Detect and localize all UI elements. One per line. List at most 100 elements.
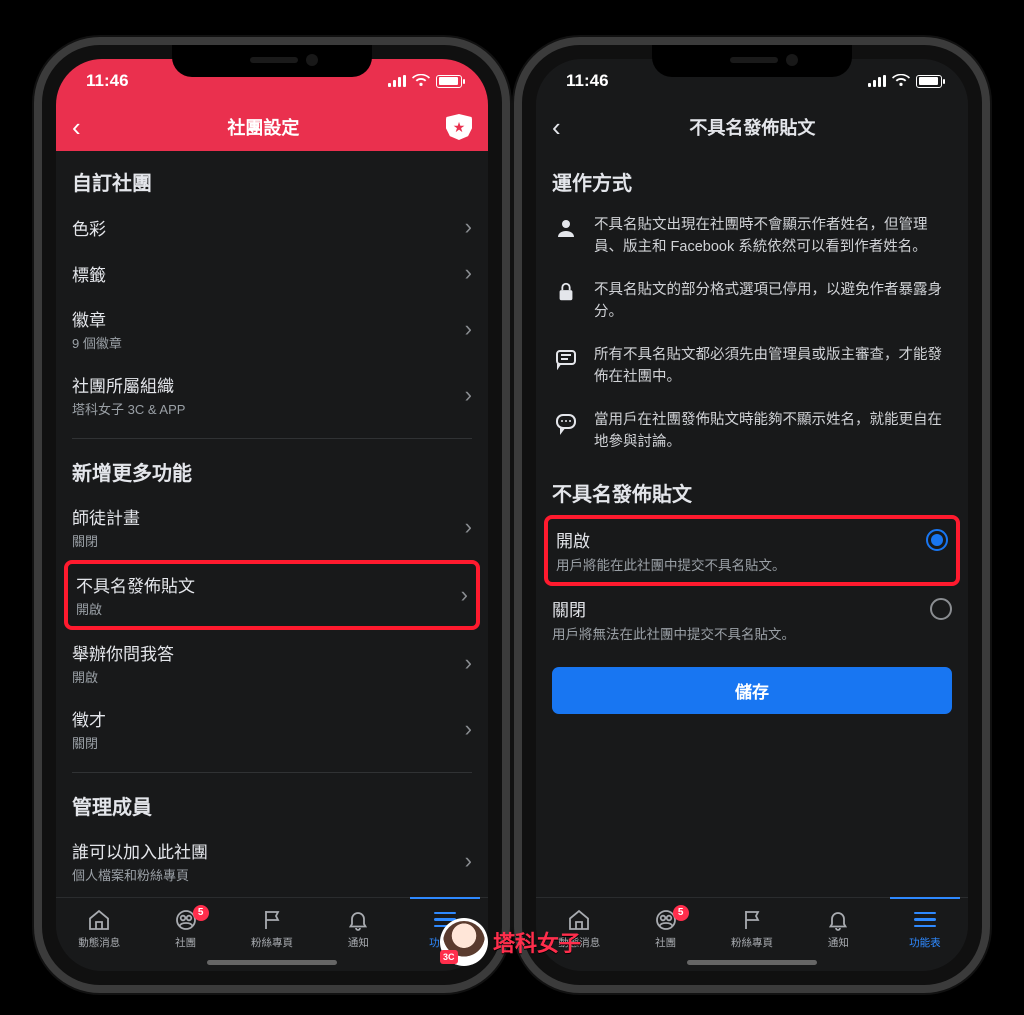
row-badges-sub: 9 個徽章: [72, 333, 122, 352]
option-on-sub: 用戶將能在此社團中提交不具名貼文。: [556, 554, 914, 574]
highlight-anonymous-post: 不具名發佈貼文 開啟 ›: [64, 560, 480, 630]
tab-notif[interactable]: 通知: [315, 898, 401, 959]
row-org[interactable]: 社團所屬組織 塔科女子 3C & APP ›: [72, 362, 472, 428]
message-icon: [552, 344, 580, 389]
battery-icon: [436, 75, 462, 88]
chevron-right-icon: ›: [465, 716, 472, 742]
home-indicator: [687, 960, 817, 965]
flag-icon: [260, 908, 284, 932]
radio-off[interactable]: [930, 598, 952, 620]
row-tags[interactable]: 標籤 ›: [72, 250, 472, 296]
row-anon-sub: 開啟: [76, 599, 195, 618]
signal-icon: [388, 75, 406, 87]
shield-icon[interactable]: ★: [446, 114, 472, 140]
info-row-3: 所有不具名貼文都必須先由管理員或版主審查，才能發佈在社團中。: [552, 334, 952, 399]
battery-icon: [916, 75, 942, 88]
chevron-right-icon: ›: [465, 382, 472, 408]
row-org-sub: 塔科女子 3C & APP: [72, 399, 185, 418]
section-features-header: 新增更多功能: [72, 438, 472, 494]
radio-on[interactable]: [926, 529, 948, 551]
watermark: 3C 塔科女子: [443, 921, 581, 963]
option-off-sub: 用戶將無法在此社團中提交不具名貼文。: [552, 623, 918, 643]
tab-notif-label: 通知: [828, 935, 849, 950]
notch: [172, 45, 372, 77]
option-section-header: 不具名發佈貼文: [552, 464, 952, 515]
tab-pages[interactable]: 粉絲專頁: [229, 898, 315, 959]
lock-icon: [552, 279, 580, 324]
tab-groups-label: 社團: [175, 935, 196, 950]
watermark-badge: 3C: [440, 950, 458, 964]
row-anon-post[interactable]: 不具名發佈貼文 開啟 ›: [76, 568, 468, 622]
back-button[interactable]: ‹: [552, 112, 561, 143]
home-indicator: [207, 960, 337, 965]
groups-badge: 5: [193, 905, 209, 921]
info-text-3: 所有不具名貼文都必須先由管理員或版主審查，才能發佈在社團中。: [594, 344, 952, 389]
row-badges[interactable]: 徽章 9 個徽章 ›: [72, 296, 472, 362]
row-jobs[interactable]: 徵才 關閉 ›: [72, 696, 472, 762]
tab-notif-label: 通知: [348, 935, 369, 950]
groups-icon: 5: [174, 908, 198, 932]
row-qa-sub: 開啟: [72, 667, 174, 686]
row-who-join-sub: 個人檔案和粉絲專頁: [72, 865, 208, 884]
tab-pages[interactable]: 粉絲專頁: [709, 898, 795, 959]
option-on[interactable]: 開啟 用戶將能在此社團中提交不具名貼文。: [556, 523, 948, 578]
option-on-label: 開啟: [556, 527, 914, 552]
info-text-4: 當用戶在社團發佈貼文時能夠不顯示姓名，就能更自在地參與討論。: [594, 409, 952, 454]
signal-icon: [868, 75, 886, 87]
tab-menu[interactable]: 功能表: [882, 898, 968, 959]
chevron-right-icon: ›: [465, 214, 472, 240]
tab-notif[interactable]: 通知: [795, 898, 881, 959]
option-off[interactable]: 關閉 用戶將無法在此社團中提交不具名貼文。: [552, 586, 952, 653]
phone-left: 11:46 ‹ 社團設定 ★ 自訂社團 色彩 ›: [42, 45, 502, 985]
chevron-right-icon: ›: [461, 582, 468, 608]
row-qa[interactable]: 舉辦你問我答 開啟 ›: [72, 630, 472, 696]
page-header: ‹ 不具名發佈貼文: [536, 103, 968, 151]
highlight-option-on: 開啟 用戶將能在此社團中提交不具名貼文。: [544, 515, 960, 586]
wifi-icon: [892, 74, 910, 88]
tab-pages-label: 粉絲專頁: [731, 935, 773, 950]
info-row-2: 不具名貼文的部分格式選項已停用，以避免作者暴露身分。: [552, 269, 952, 334]
groups-badge: 5: [673, 905, 689, 921]
info-row-1: 不具名貼文出現在社團時不會顯示作者姓名，但管理員、版主和 Facebook 系統…: [552, 204, 952, 269]
wifi-icon: [412, 74, 430, 88]
row-mentor[interactable]: 師徒計畫 關閉 ›: [72, 494, 472, 560]
chevron-right-icon: ›: [465, 650, 472, 676]
tab-feed-label: 動態消息: [78, 935, 120, 950]
section-members-header: 管理成員: [72, 772, 472, 828]
row-who-join[interactable]: 誰可以加入此社團 個人檔案和粉絲專頁 ›: [72, 828, 472, 894]
flag-icon: [740, 908, 764, 932]
home-icon: [87, 908, 111, 932]
page-header: ‹ 社團設定 ★: [56, 103, 488, 151]
chevron-right-icon: ›: [465, 514, 472, 540]
save-button[interactable]: 儲存: [552, 667, 952, 714]
info-row-4: 當用戶在社團發佈貼文時能夠不顯示姓名，就能更自在地參與討論。: [552, 399, 952, 464]
row-jobs-label: 徵才: [72, 706, 106, 731]
status-time: 11:46: [566, 71, 609, 91]
row-color-label: 色彩: [72, 215, 106, 240]
chevron-right-icon: ›: [465, 316, 472, 342]
tab-groups[interactable]: 5 社團: [142, 898, 228, 959]
hamburger-icon: [914, 908, 936, 932]
option-off-label: 關閉: [552, 596, 918, 621]
row-who-join-label: 誰可以加入此社團: [72, 838, 208, 863]
row-jobs-sub: 關閉: [72, 733, 106, 752]
row-anon-label: 不具名發佈貼文: [76, 572, 195, 597]
watermark-avatar: 3C: [443, 921, 485, 963]
info-text-1: 不具名貼文出現在社團時不會顯示作者姓名，但管理員、版主和 Facebook 系統…: [594, 214, 952, 259]
back-button[interactable]: ‹: [72, 112, 81, 143]
tab-menu-label: 功能表: [909, 935, 941, 950]
phone-right: 11:46 ‹ 不具名發佈貼文 運作方式 不具名貼文出現在社團時不會顯示作者姓名: [522, 45, 982, 985]
person-icon: [552, 214, 580, 259]
page-title: 社團設定: [227, 114, 299, 140]
watermark-text: 塔科女子: [493, 926, 581, 958]
row-color[interactable]: 色彩 ›: [72, 204, 472, 250]
chat-icon: [552, 409, 580, 454]
how-it-works-header: 運作方式: [552, 151, 952, 204]
tab-groups[interactable]: 5 社團: [622, 898, 708, 959]
info-text-2: 不具名貼文的部分格式選項已停用，以避免作者暴露身分。: [594, 279, 952, 324]
row-mentor-sub: 關閉: [72, 531, 140, 550]
notch: [652, 45, 852, 77]
tab-groups-label: 社團: [655, 935, 676, 950]
tab-feed[interactable]: 動態消息: [56, 898, 142, 959]
chevron-right-icon: ›: [465, 848, 472, 874]
